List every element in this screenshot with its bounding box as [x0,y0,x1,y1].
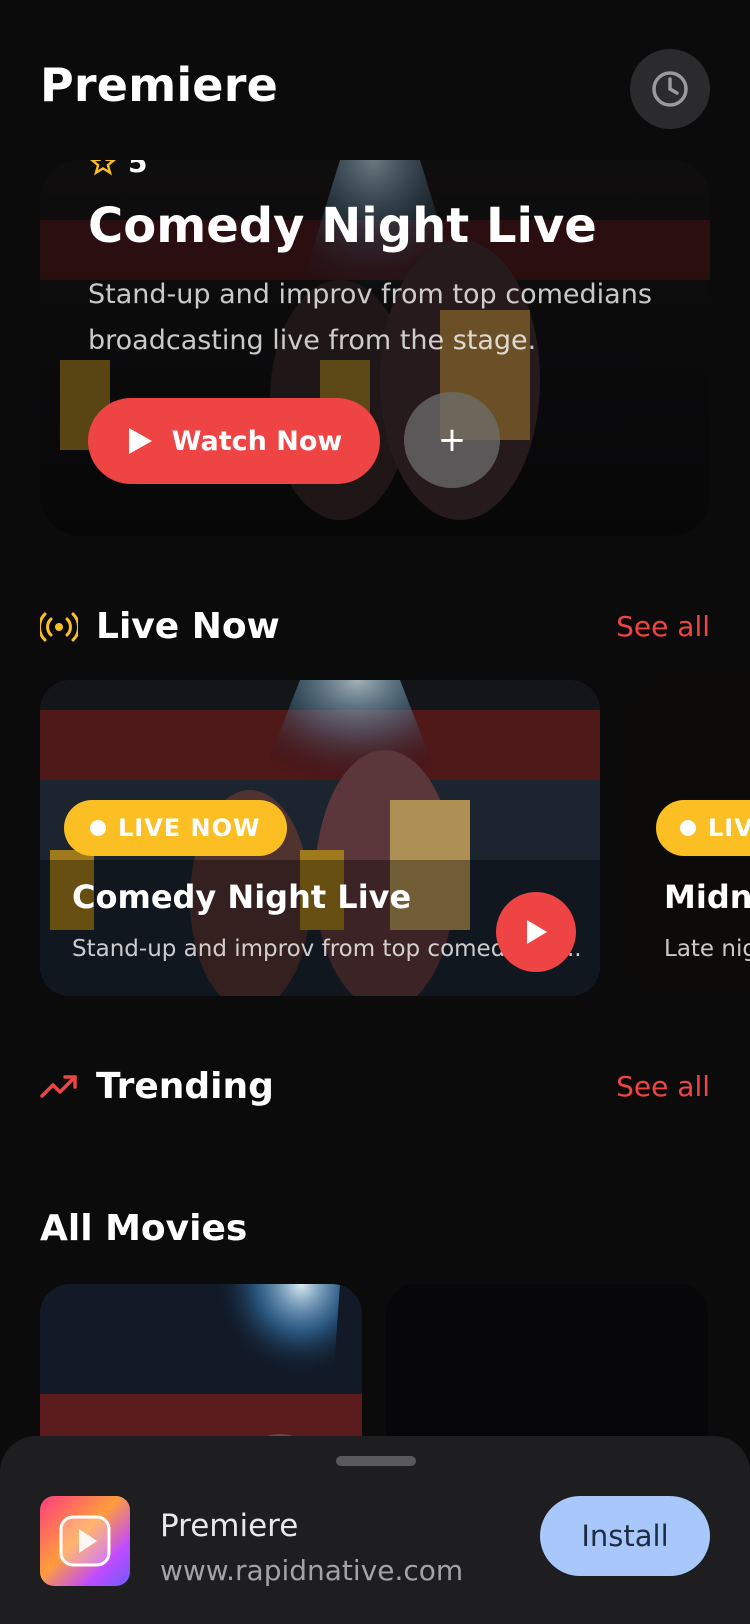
live-now-title: Live Now [96,606,280,647]
app-title: Premiere [40,58,278,112]
trending-see-all-link[interactable]: See all [616,1070,710,1103]
watch-now-button[interactable]: Watch Now [88,398,380,484]
clock-icon [652,71,688,107]
install-button[interactable]: Install [540,1496,710,1576]
play-logo-icon [59,1515,111,1567]
broadcast-icon [40,612,78,641]
trending-header: Trending See all [40,1066,710,1107]
install-app-url: www.rapidnative.com [160,1554,464,1587]
live-badge: LIVE NOW [64,800,287,856]
add-to-list-button[interactable]: + [404,392,500,488]
sheet-handle[interactable] [336,1456,416,1466]
history-button[interactable] [630,49,710,129]
live-card[interactable]: LIVE NOW Comedy Night Live Stand-up and … [40,680,600,996]
trending-up-icon [40,1074,77,1098]
install-app-name: Premiere [160,1508,299,1544]
live-play-button[interactable] [496,892,576,972]
live-dot [90,820,106,836]
live-badge-label: LIVE NOW [708,814,750,842]
hero-title: Comedy Night Live [88,198,597,254]
watch-now-label: Watch Now [171,425,343,457]
live-card-title: Midnight [664,878,750,916]
app-icon [40,1496,130,1586]
live-see-all-link[interactable]: See all [616,610,710,643]
install-banner: Premiere www.rapidnative.com Install [0,1436,750,1624]
hero-description: Stand-up and improv from top comedians b… [88,279,652,356]
live-badge: LIVE NOW [656,800,750,856]
hero-banner[interactable]: 5 Comedy Night Live Stand-up and improv … [40,160,710,536]
play-icon [128,428,152,454]
live-card-subtitle: Late night [664,936,750,962]
star-icon [90,160,116,175]
live-card[interactable]: LIVE NOW Midnight Late night [632,680,750,996]
live-now-header: Live Now See all [40,606,710,647]
hero-rating: 5 [90,160,147,179]
live-card-title: Comedy Night Live [72,878,412,916]
live-badge-label: LIVE NOW [118,814,261,842]
rating-value: 5 [128,160,148,179]
trending-title: Trending [96,1066,274,1107]
all-movies-title: All Movies [40,1208,248,1249]
play-icon [527,920,547,944]
live-dot [680,820,696,836]
